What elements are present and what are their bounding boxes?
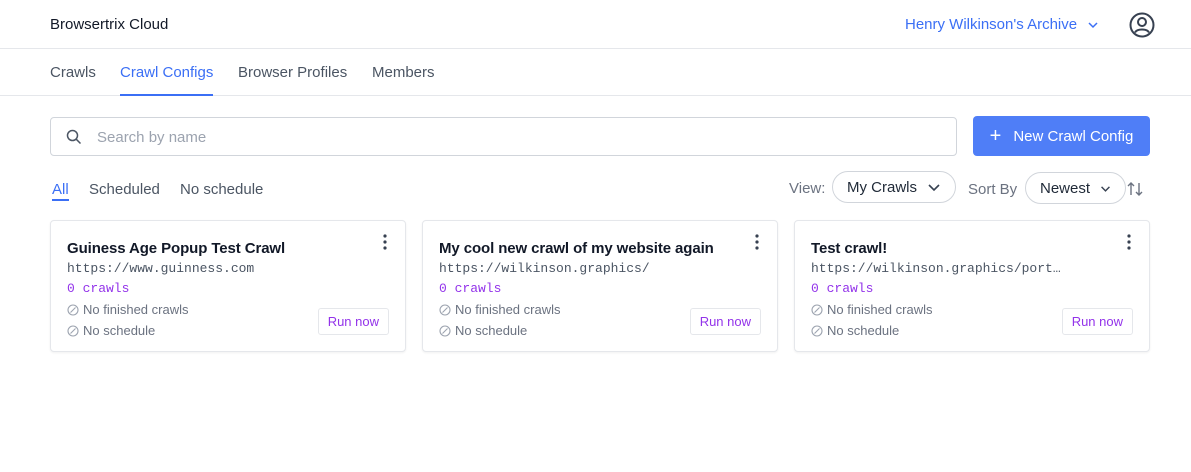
search-icon bbox=[66, 129, 82, 145]
tab-members[interactable]: Members bbox=[372, 64, 435, 94]
card-schedule-status: No schedule bbox=[811, 323, 899, 338]
card-finished-text: No finished crawls bbox=[455, 302, 561, 317]
slash-circle-icon bbox=[439, 324, 451, 337]
filter-no-schedule[interactable]: No schedule bbox=[180, 181, 263, 198]
plus-icon: + bbox=[989, 125, 1002, 147]
brand-logo[interactable]: Browsertrix Cloud bbox=[50, 16, 168, 33]
tab-crawl-configs[interactable]: Crawl Configs bbox=[120, 64, 214, 96]
crawl-config-card[interactable]: Guiness Age Popup Test Crawl https://www… bbox=[50, 220, 406, 352]
filter-all[interactable]: All bbox=[52, 181, 69, 201]
card-finished-status: No finished crawls bbox=[439, 302, 561, 317]
view-select[interactable]: My Crawls bbox=[832, 171, 956, 203]
card-crawl-count[interactable]: 0 crawls bbox=[439, 281, 501, 296]
card-title[interactable]: Test crawl! bbox=[811, 240, 887, 257]
card-crawl-count[interactable]: 0 crawls bbox=[811, 281, 873, 296]
sort-direction-icon[interactable] bbox=[1126, 180, 1144, 198]
top-bar: Browsertrix Cloud Henry Wilkinson's Arch… bbox=[0, 0, 1191, 49]
more-vertical-icon[interactable] bbox=[1121, 233, 1137, 251]
tab-browser-profiles[interactable]: Browser Profiles bbox=[238, 64, 347, 94]
archive-name: Henry Wilkinson's Archive bbox=[905, 16, 1078, 33]
new-crawl-config-button[interactable]: + New Crawl Config bbox=[973, 116, 1150, 156]
card-finished-text: No finished crawls bbox=[83, 302, 189, 317]
run-now-button[interactable]: Run now bbox=[689, 308, 761, 335]
card-schedule-status: No schedule bbox=[67, 323, 155, 338]
filter-scheduled[interactable]: Scheduled bbox=[89, 181, 160, 198]
more-vertical-icon[interactable] bbox=[377, 233, 393, 251]
search-input[interactable] bbox=[97, 126, 937, 148]
slash-circle-icon bbox=[67, 303, 79, 316]
account-icon[interactable] bbox=[1129, 12, 1155, 38]
main-tabs: Crawls Crawl Configs Browser Profiles Me… bbox=[0, 49, 1191, 96]
new-crawl-config-label: New Crawl Config bbox=[1013, 127, 1134, 145]
search-box bbox=[50, 117, 957, 156]
card-schedule-text: No schedule bbox=[83, 323, 156, 338]
crawl-config-card[interactable]: Test crawl! https://wilkinson.graphics/p… bbox=[794, 220, 1150, 352]
card-finished-status: No finished crawls bbox=[811, 302, 933, 317]
run-now-button[interactable]: Run now bbox=[1061, 308, 1133, 335]
more-vertical-icon[interactable] bbox=[749, 233, 765, 251]
card-finished-text: No finished crawls bbox=[827, 302, 933, 317]
card-schedule-text: No schedule bbox=[455, 323, 528, 338]
chevron-down-icon bbox=[928, 184, 940, 192]
slash-circle-icon bbox=[811, 324, 823, 337]
tab-crawls[interactable]: Crawls bbox=[50, 64, 96, 94]
sort-selected: Newest bbox=[1040, 179, 1091, 197]
card-schedule-text: No schedule bbox=[827, 323, 900, 338]
slash-circle-icon bbox=[439, 303, 451, 316]
card-finished-status: No finished crawls bbox=[67, 302, 189, 317]
view-label: View: bbox=[789, 180, 826, 197]
crawl-config-card[interactable]: My cool new crawl of my website again ht… bbox=[422, 220, 778, 352]
card-title[interactable]: My cool new crawl of my website again bbox=[439, 240, 714, 257]
card-crawl-count[interactable]: 0 crawls bbox=[67, 281, 129, 296]
view-selected: My Crawls bbox=[847, 178, 917, 196]
card-title[interactable]: Guiness Age Popup Test Crawl bbox=[67, 240, 285, 257]
run-now-button[interactable]: Run now bbox=[317, 308, 389, 335]
card-url: https://wilkinson.graphics/ bbox=[439, 261, 650, 276]
chevron-down-icon bbox=[1101, 185, 1110, 192]
slash-circle-icon bbox=[811, 303, 823, 316]
card-schedule-status: No schedule bbox=[439, 323, 527, 338]
card-url: https://wilkinson.graphics/portfolio bbox=[811, 261, 1067, 276]
archive-switcher[interactable]: Henry Wilkinson's Archive bbox=[905, 16, 1099, 33]
sort-label: Sort By bbox=[968, 181, 1018, 198]
chevron-down-icon bbox=[1088, 21, 1098, 28]
card-url: https://www.guinness.com bbox=[67, 261, 255, 276]
slash-circle-icon bbox=[67, 324, 79, 337]
sort-select[interactable]: Newest bbox=[1025, 172, 1127, 204]
